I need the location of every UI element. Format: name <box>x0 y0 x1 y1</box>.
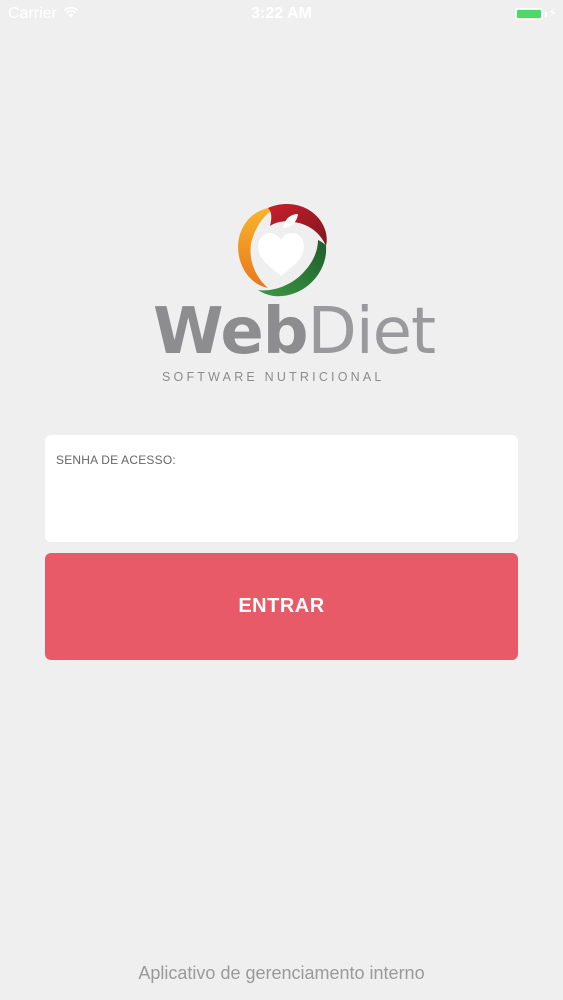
brand-name-web: Web <box>153 295 309 369</box>
brand-tagline: SOFTWARE NUTRICIONAL <box>162 370 385 384</box>
battery-icon <box>515 8 543 20</box>
status-bar: Carrier 3:22 AM ⚡︎ <box>0 0 563 30</box>
password-field[interactable]: SENHA DE ACESSO: <box>45 435 518 542</box>
charging-icon: ⚡︎ <box>547 5 557 20</box>
battery-level <box>517 10 541 18</box>
status-time: 3:22 AM <box>251 5 312 22</box>
password-label: SENHA DE ACESSO: <box>56 453 176 467</box>
battery-cap <box>545 12 547 17</box>
footer-text: Aplicativo de gerenciamento interno <box>138 963 425 983</box>
enter-button[interactable]: ENTRAR <box>45 553 518 660</box>
brand-name: WebDiet <box>153 292 436 372</box>
brand-name-diet: Diet <box>307 295 437 369</box>
password-input[interactable] <box>56 477 507 517</box>
webdiet-logo: WebDiet SOFTWARE NUTRICIONAL <box>140 195 436 395</box>
apple-heart-logo-icon <box>228 200 334 300</box>
